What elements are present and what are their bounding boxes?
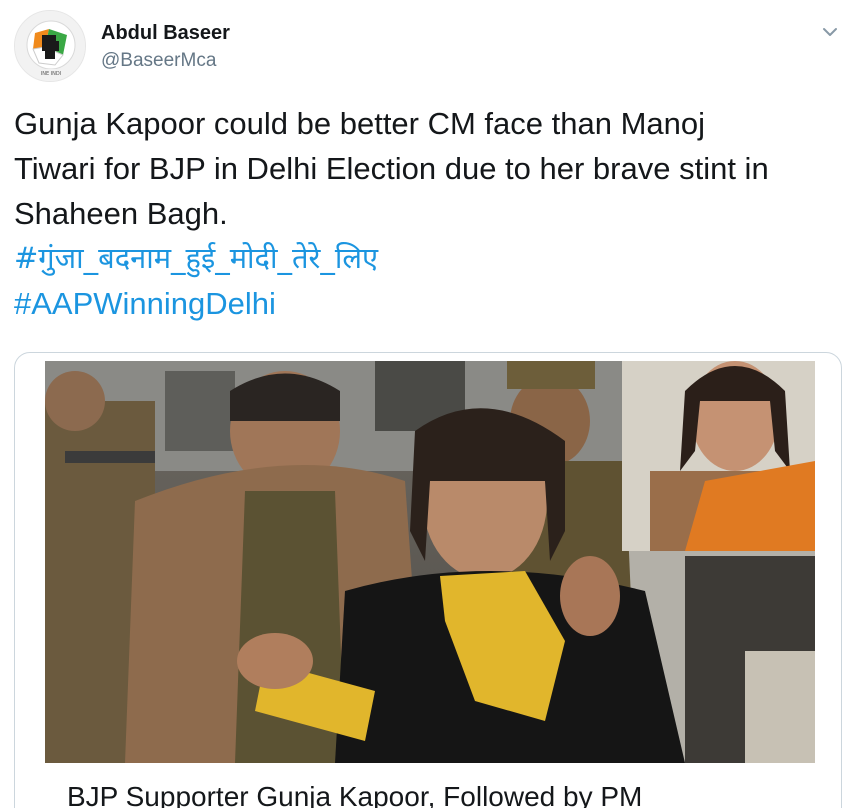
- avatar[interactable]: INE INDI: [14, 10, 86, 82]
- hashtag-link[interactable]: #AAPWinningDelhi: [14, 281, 834, 326]
- link-card[interactable]: BJP Supporter Gunja Kapoor, Followed by …: [14, 352, 842, 808]
- user-handle[interactable]: @BaseerMca: [101, 50, 216, 72]
- raised-fist-logo: INE INDI: [15, 11, 85, 81]
- display-name[interactable]: Abdul Baseer: [101, 22, 230, 45]
- news-photo: [45, 361, 815, 763]
- card-title[interactable]: BJP Supporter Gunja Kapoor, Followed by …: [67, 781, 827, 808]
- card-image[interactable]: [45, 361, 815, 763]
- tweet-text-line: Tiwari for BJP in Delhi Election due to …: [14, 151, 769, 186]
- svg-text:INE INDI: INE INDI: [41, 71, 62, 77]
- chevron-down-icon[interactable]: [818, 20, 842, 44]
- tweet-text-line: Shaheen Bagh.: [14, 196, 228, 231]
- tweet-text: Gunja Kapoor could be better CM face tha…: [14, 101, 834, 326]
- tweet-text-line: Gunja Kapoor could be better CM face tha…: [14, 106, 706, 141]
- hashtag-link[interactable]: #गुंजा_बदनाम_हुई_मोदी_तेरे_लिए: [14, 236, 834, 281]
- tweet: INE INDI Abdul Baseer @BaseerMca Gunja K…: [0, 0, 850, 808]
